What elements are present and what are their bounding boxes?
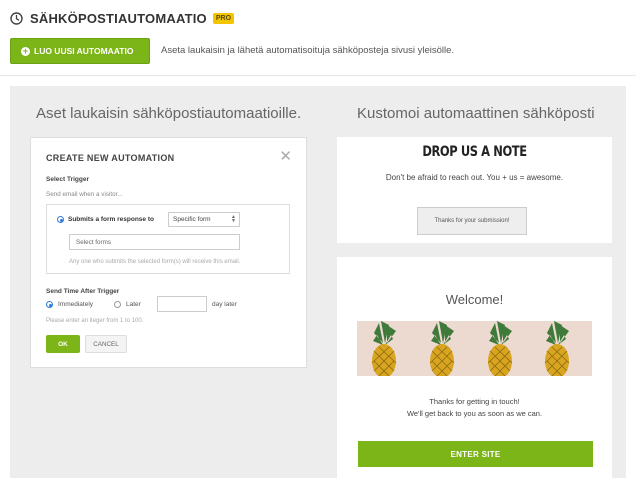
page-title: SÄHKÖPOSTIAUTOMAATIO [30, 10, 207, 26]
trigger-option-label: Submits a form response to [68, 216, 154, 223]
later-radio[interactable] [114, 301, 121, 308]
pro-badge: PRO [212, 12, 235, 24]
welcome-heading: Welcome! [445, 292, 504, 307]
create-automation-label: LUO UUSI AUTOMAATIO [34, 46, 134, 56]
trigger-radio[interactable] [57, 216, 64, 223]
page-header: SÄHKÖPOSTIAUTOMAATIO PRO [10, 8, 235, 28]
form-type-value: Specific form [173, 216, 211, 223]
page-description: Aseta laukaisin ja lähetä automatisoituj… [161, 45, 455, 56]
create-automation-button[interactable]: + LUO UUSI AUTOMAATIO [10, 38, 150, 64]
immediately-label: Immediately [58, 301, 94, 308]
trigger-column-title: Aset laukaisin sähköpostiautomaatioille. [36, 105, 302, 122]
days-input[interactable] [157, 296, 207, 312]
clock-icon [10, 11, 23, 25]
immediately-radio[interactable] [46, 301, 53, 308]
pineapple-banner-image [357, 321, 592, 376]
modal-title: CREATE NEW AUTOMATION [46, 153, 175, 163]
day-later-label: day later [212, 301, 237, 308]
welcome-message: Thanks for getting in touch! We'll get b… [337, 396, 612, 420]
ok-button[interactable]: OK [46, 335, 80, 353]
header-divider [0, 75, 636, 76]
enter-site-button[interactable]: ENTER SITE [358, 441, 593, 467]
trigger-hint: Send email when a visitor... [46, 191, 123, 198]
trigger-box: Submits a form response to Specific form… [46, 204, 290, 274]
email-preview-drop-note: DROP US A NOTE Don't be afraid to reach … [337, 137, 612, 243]
plus-icon: + [21, 45, 30, 56]
form-type-select[interactable]: Specific form ▲ ▼ [168, 212, 240, 227]
validation-text: Please enter an iteger from 1 to 100. [46, 318, 144, 324]
select-forms-input[interactable]: Select forms [69, 234, 240, 250]
select-arrows-icon: ▲ ▼ [231, 214, 236, 224]
later-label: Later [126, 301, 141, 308]
trigger-help-text: Any one who submits the selected form(s)… [69, 259, 241, 265]
select-trigger-label: Select Trigger [46, 176, 89, 183]
drop-note-subtext: Don't be afraid to reach out. You + us =… [385, 173, 564, 182]
create-automation-modal: CREATE NEW AUTOMATION ✕ Select Trigger S… [30, 137, 307, 368]
submission-thanks-button[interactable]: Thanks for your submission! [417, 207, 527, 235]
close-icon[interactable]: ✕ [279, 147, 292, 165]
email-column-title: Kustomoi automaattinen sähköposti [357, 105, 595, 122]
welcome-message-line1: Thanks for getting in touch! [429, 397, 520, 406]
email-preview-welcome: Welcome! Thanks for getting in touch! We… [337, 257, 612, 478]
drop-note-heading: DROP US A NOTE [422, 144, 527, 160]
welcome-message-line2: We'll get back to you as soon as we can. [406, 409, 543, 418]
send-time-label: Send Time After Trigger [46, 288, 120, 295]
cancel-button[interactable]: CANCEL [85, 335, 127, 353]
